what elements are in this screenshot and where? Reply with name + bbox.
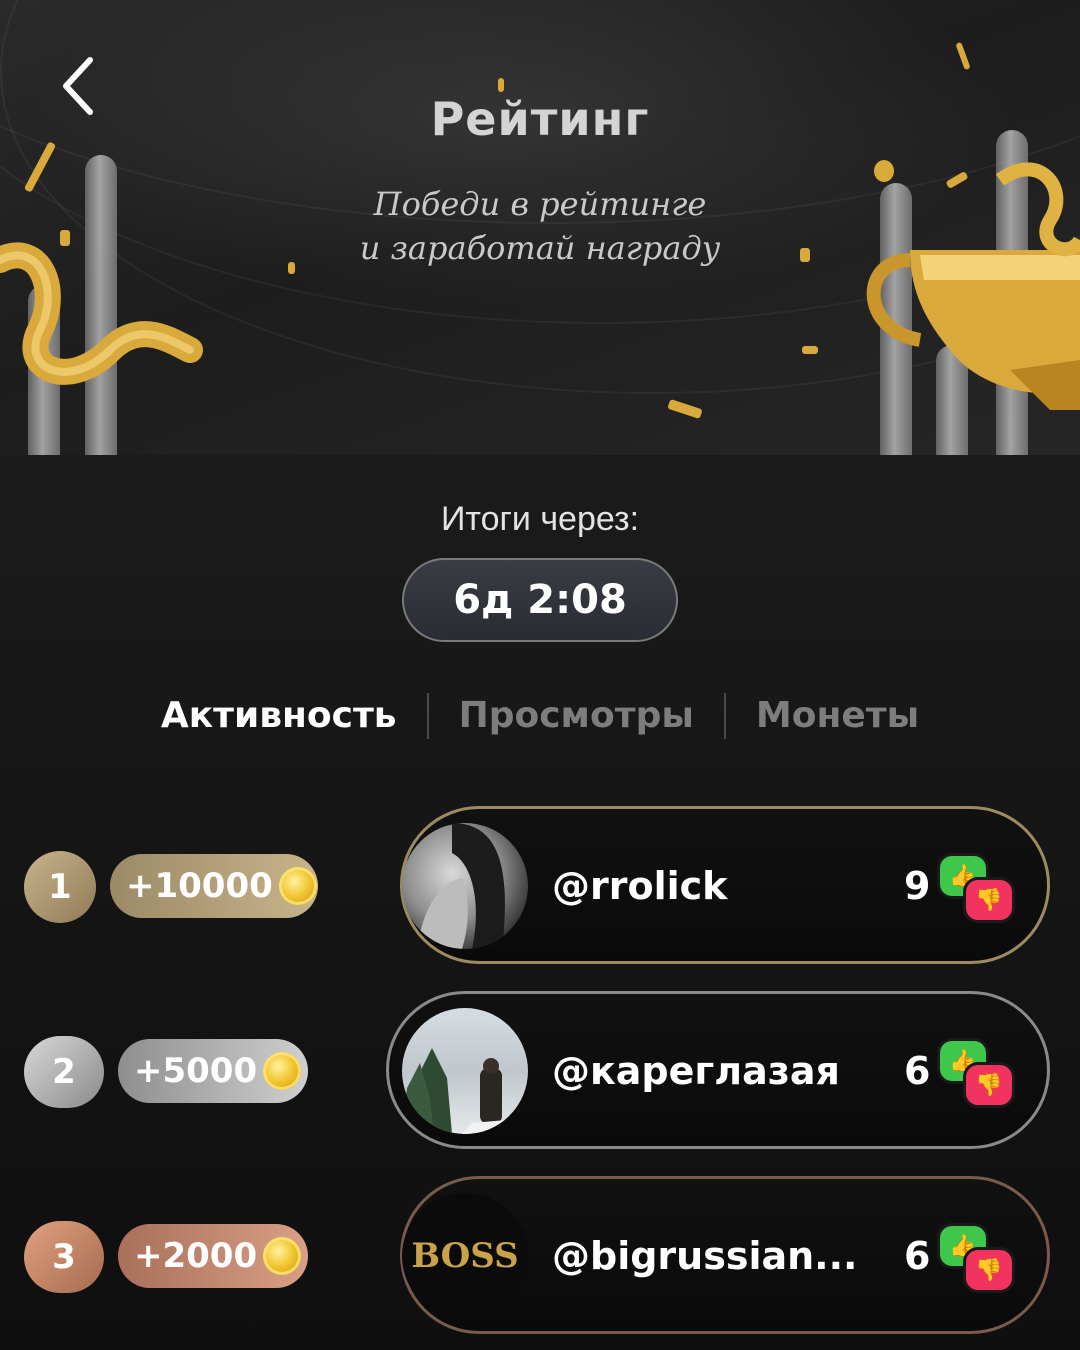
score-value: 6 xyxy=(904,1234,931,1278)
leaderboard-row: 3 +2000 BOSS @bigrussian... 6 👍 👎 xyxy=(0,1176,1080,1338)
thumbs-down-icon[interactable]: 👎 xyxy=(966,880,1012,920)
confetti xyxy=(667,398,703,420)
tab-views[interactable]: Просмотры xyxy=(429,690,724,742)
thumbs-down-icon[interactable]: 👎 xyxy=(966,1250,1012,1290)
tab-coins[interactable]: Монеты xyxy=(726,690,949,742)
avatar-photo xyxy=(417,823,505,949)
reward-badge: +2000 xyxy=(118,1224,308,1288)
ribbon-decor xyxy=(0,242,203,385)
subtitle-line: и заработай награду xyxy=(359,229,721,267)
reward-badge: +5000 xyxy=(118,1039,308,1103)
reward-amount: +2000 xyxy=(134,1236,258,1276)
vote-control: 👍 👎 xyxy=(940,1041,1016,1105)
rank-badge: 3 xyxy=(24,1221,104,1293)
vote-control: 👍 👎 xyxy=(940,1226,1016,1290)
thumbs-down-icon[interactable]: 👎 xyxy=(966,1065,1012,1105)
coin-icon xyxy=(263,1237,302,1275)
username-link[interactable]: @bigrussian... xyxy=(552,1234,857,1278)
rank-badge: 2 xyxy=(24,1036,104,1108)
avatar-photo xyxy=(402,1048,528,1134)
countdown-label: Итоги через: xyxy=(440,500,640,538)
avatar-boss-text: BOSS xyxy=(411,1236,519,1276)
trophy-icon xyxy=(866,162,1080,410)
rank-badge: 1 xyxy=(24,851,96,923)
score-value: 6 xyxy=(904,1049,931,1093)
reward-badge: +10000 xyxy=(110,854,318,918)
confetti xyxy=(800,248,810,262)
leaderboard-row: 1 +10000 @rrolick 9 👍 👎 xyxy=(0,806,1080,968)
reward-amount: +5000 xyxy=(134,1051,258,1091)
username-link[interactable]: @кареглазая xyxy=(552,1049,840,1093)
page-subtitle: Победи в рейтинге и заработай награду xyxy=(300,182,780,270)
confetti xyxy=(802,346,818,354)
rating-tabs: Активность Просмотры Монеты xyxy=(0,690,1080,742)
avatar[interactable]: BOSS xyxy=(402,1193,528,1319)
score-value: 9 xyxy=(904,864,931,908)
header-banner: Рейтинг Победи в рейтинге и заработай на… xyxy=(0,0,1080,455)
coin-icon xyxy=(263,1052,302,1090)
avatar[interactable] xyxy=(402,1008,528,1134)
vote-control: 👍 👎 xyxy=(940,856,1016,920)
page-title: Рейтинг xyxy=(430,92,650,146)
coin-icon xyxy=(278,867,317,905)
countdown-timer: 6д 2:08 xyxy=(402,558,678,642)
confetti xyxy=(498,78,504,92)
subtitle-line: Победи в рейтинге xyxy=(373,185,707,223)
tab-activity[interactable]: Активность xyxy=(131,690,427,742)
avatar[interactable] xyxy=(402,823,528,949)
username-link[interactable]: @rrolick xyxy=(552,864,727,908)
leaderboard-row: 2 +5000 @кареглазая 6 👍 👎 xyxy=(0,991,1080,1153)
confetti xyxy=(288,262,295,274)
reward-amount: +10000 xyxy=(126,866,273,906)
